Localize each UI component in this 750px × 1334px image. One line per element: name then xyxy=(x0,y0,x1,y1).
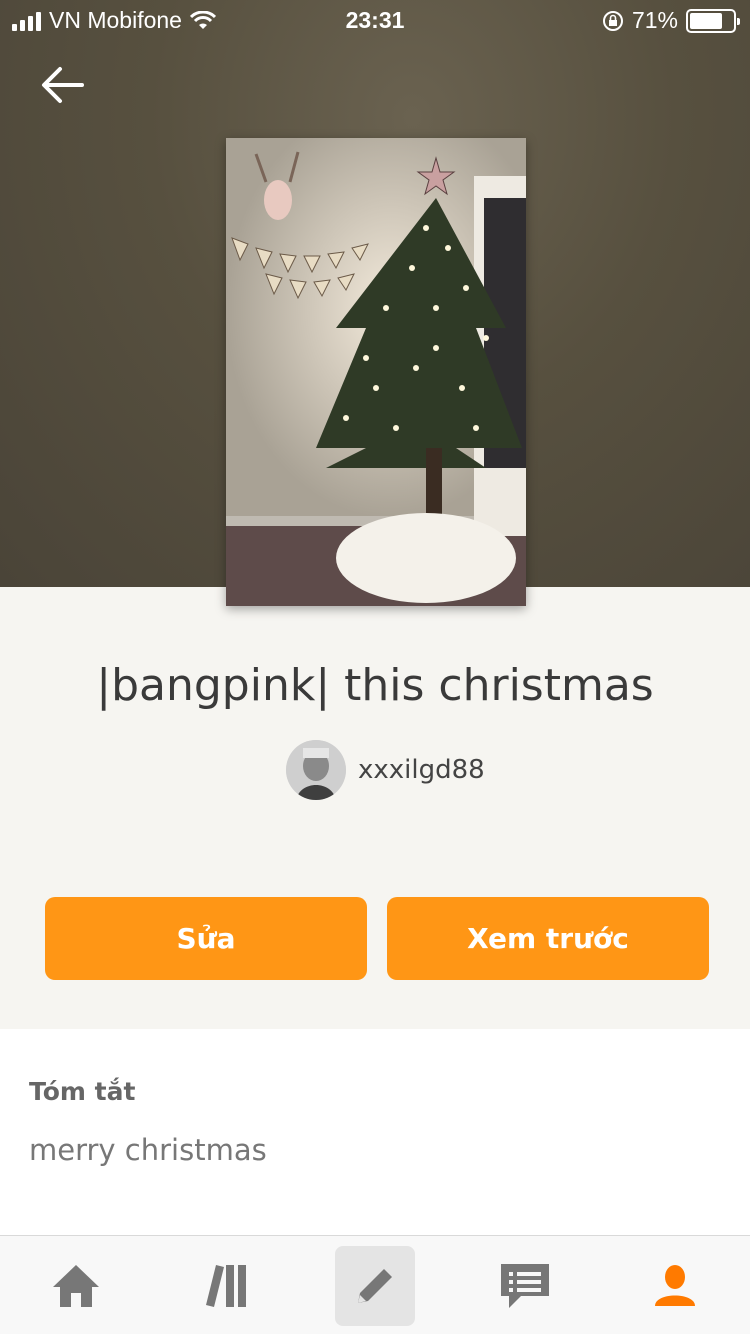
back-button[interactable] xyxy=(34,58,90,114)
summary-label: Tóm tắt xyxy=(29,1077,136,1106)
tab-write[interactable] xyxy=(335,1246,415,1326)
avatar[interactable] xyxy=(286,740,346,800)
status-bar: VN Mobifone 23:31 71% xyxy=(0,0,750,40)
preview-button[interactable]: Xem trước xyxy=(387,897,709,980)
home-icon xyxy=(53,1265,99,1307)
story-title: |bangpink| this christmas xyxy=(96,660,654,711)
author-info[interactable]: xxxilgd88 xyxy=(286,740,485,800)
summary-text: merry christmas xyxy=(29,1133,267,1167)
story-cover-image xyxy=(226,138,526,606)
tab-home[interactable] xyxy=(36,1246,116,1326)
library-icon xyxy=(206,1265,246,1307)
tab-library[interactable] xyxy=(186,1246,266,1326)
write-icon xyxy=(358,1269,392,1303)
bottom-tab-bar xyxy=(0,1235,750,1334)
summary-section: Tóm tắt merry christmas xyxy=(0,1029,750,1235)
profile-icon xyxy=(655,1265,695,1306)
orientation-lock-icon xyxy=(602,10,623,31)
author-name[interactable]: xxxilgd88 xyxy=(358,755,485,785)
arrow-left-icon xyxy=(42,67,84,103)
battery-icon xyxy=(686,8,740,33)
battery-percent: 71% xyxy=(631,7,678,33)
messages-icon xyxy=(501,1264,549,1308)
edit-button[interactable]: Sửa xyxy=(45,897,367,980)
tab-messages[interactable] xyxy=(485,1246,565,1326)
tab-profile[interactable] xyxy=(635,1246,715,1326)
